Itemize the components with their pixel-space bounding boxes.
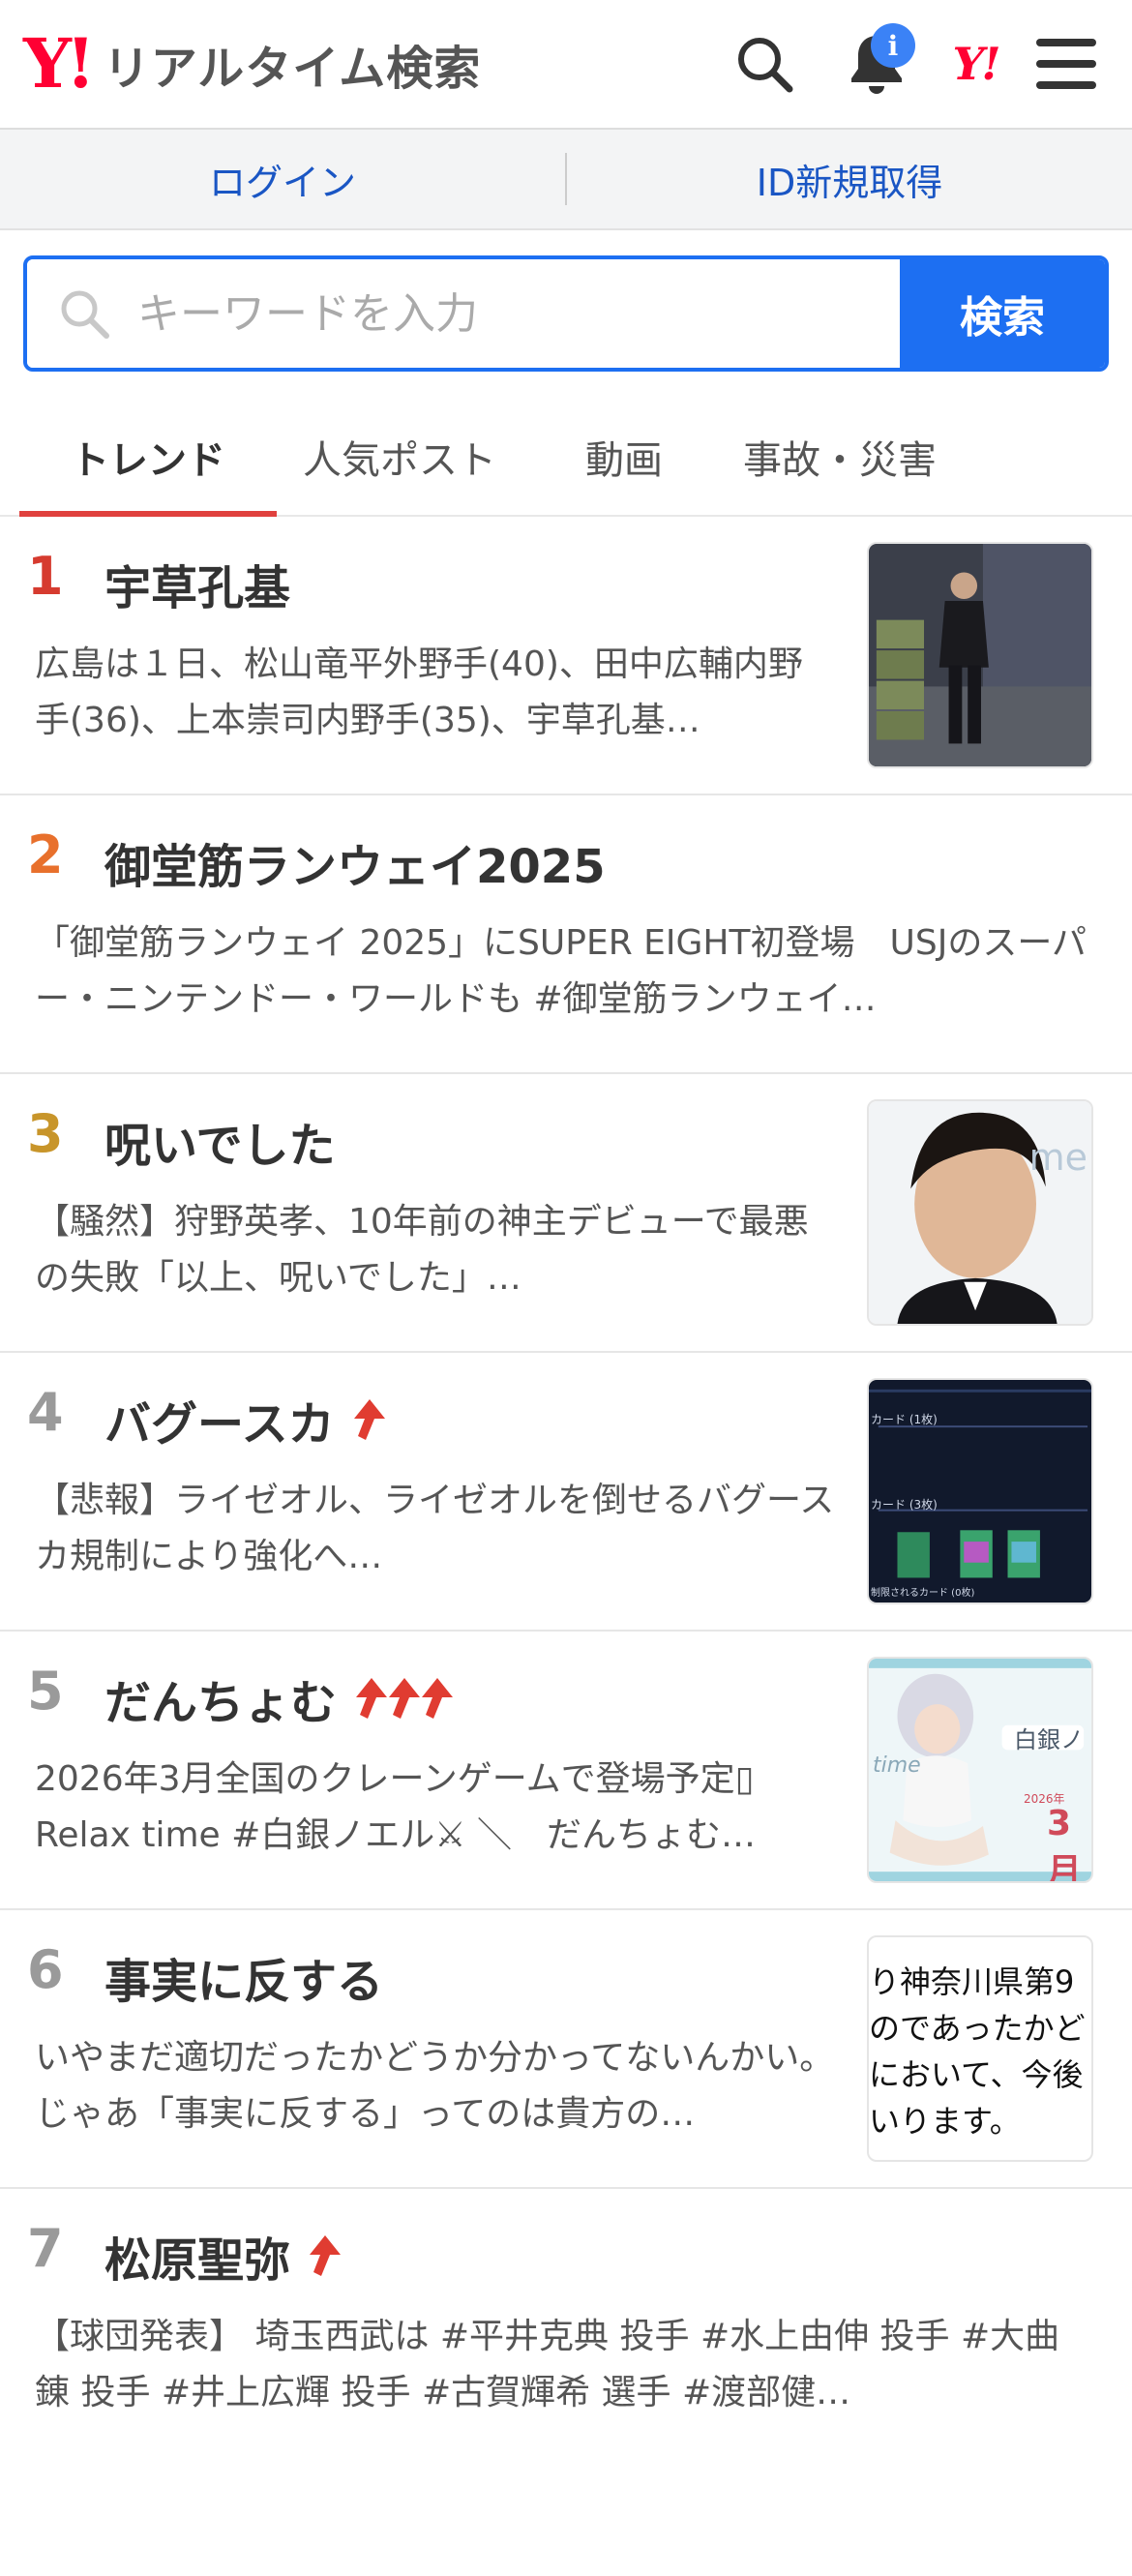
- trend-description: 2026年3月全国のクレーンゲームで登場予定▯ Relax time #白銀ノエ…: [35, 1759, 757, 1855]
- search-icon[interactable]: [730, 29, 799, 99]
- menu-icon[interactable]: [1031, 29, 1101, 99]
- trend-description: いやまだ適切だったかどうか分かってないんかい。じゃあ「事実に反する」ってのは貴方…: [35, 2038, 835, 2134]
- search-input[interactable]: [135, 287, 900, 340]
- trend-title-text: 事実に反する: [104, 1955, 384, 2009]
- trend-title[interactable]: 松原聖弥: [104, 2222, 342, 2290]
- trending-up-arrows: [348, 1397, 385, 1442]
- trend-title-text: 呪いでした: [104, 1119, 336, 1173]
- yahoo-logo-mark: Y!: [23, 23, 96, 104]
- app-header: Y! リアルタイム検索 i Y!: [0, 0, 1132, 130]
- trend-title[interactable]: 宇草孔基: [104, 550, 290, 617]
- trending-up-arrows: [350, 1676, 454, 1721]
- trend-description: 広島は１日、松山竜平外野手(40)、田中広輔内野手(36)、上本崇司内野手(35…: [35, 644, 803, 740]
- tab-popular-posts[interactable]: 人気ポスト: [277, 399, 522, 515]
- bell-icon[interactable]: i: [842, 23, 915, 99]
- thumb-label: time: [873, 1753, 921, 1778]
- tab-accidents-disasters[interactable]: 事故・災害: [726, 399, 954, 515]
- thumb-label: 白銀ノ: [1014, 1726, 1084, 1753]
- thumb-line: り神奈川県第9: [869, 1963, 1075, 2000]
- trend-rank: 2: [27, 824, 64, 885]
- trend-title-text: だんちょむ: [104, 1676, 338, 1730]
- trend-item-4[interactable]: 4 バグースカ 【悲報】ライゼオル、ライゼオルを倒せるバグースカ規制により強化へ…: [0, 1353, 1132, 1632]
- trend-title[interactable]: だんちょむ: [104, 1664, 454, 1732]
- yahoo-realtime-logo[interactable]: Y! リアルタイム検索: [23, 30, 481, 98]
- login-link[interactable]: ログイン: [0, 153, 565, 206]
- trend-title[interactable]: バグースカ: [104, 1386, 385, 1453]
- notification-badge: i: [871, 23, 915, 68]
- trend-description: 【悲報】ライゼオル、ライゼオルを倒せるバグースカ規制により強化へ…: [35, 1481, 835, 1576]
- up-arrow-icon: [310, 2235, 342, 2276]
- thumb-line: いります。: [869, 2103, 1021, 2140]
- thumb-line: において、今後: [869, 2056, 1084, 2093]
- yj-mark-text: Y!: [952, 38, 1000, 90]
- trend-title[interactable]: 御堂筋ランウェイ2025: [104, 828, 606, 896]
- trend-title-text: 御堂筋ランウェイ2025: [104, 840, 606, 894]
- trend-rank: 4: [27, 1382, 64, 1443]
- trend-title[interactable]: 呪いでした: [104, 1107, 336, 1175]
- trend-thumbnail[interactable]: り神奈川県第9 のであったかど において、今後 いります。: [867, 1935, 1093, 2162]
- trend-item-3[interactable]: 3 呪いでした 【騒然】狩野英孝、10年前の神主デビューで最悪の失敗「以上、呪い…: [0, 1074, 1132, 1353]
- trend-description: 【球団発表】 埼玉西武は #平井克典 投手 #水上由伸 投手 #大曲錬 投手 #…: [35, 2317, 1060, 2412]
- trend-item-1[interactable]: 1 宇草孔基 広島は１日、松山竜平外野手(40)、田中広輔内野手(36)、上本崇…: [0, 517, 1132, 795]
- trend-thumbnail[interactable]: 白銀ノ 2026年 3月 time: [867, 1657, 1093, 1883]
- trend-rank: 6: [27, 1939, 64, 2000]
- logo-title: リアルタイム検索: [103, 42, 482, 96]
- trend-item-5[interactable]: 5 だんちょむ 2026年3月全国のクレーンゲームで登場予定▯ Relax ti…: [0, 1632, 1132, 1910]
- up-arrow-icon: [353, 1399, 385, 1440]
- trend-description: 【騒然】狩野英孝、10年前の神主デビューで最悪の失敗「以上、呪いでした」…: [35, 1202, 809, 1298]
- thumb-label: カード (3枚): [871, 1498, 938, 1512]
- header-actions: i Y!: [730, 0, 1101, 128]
- trend-rank: 1: [27, 546, 64, 607]
- tab-videos[interactable]: 動画: [522, 399, 726, 515]
- trend-rank: 3: [27, 1103, 64, 1164]
- trend-thumbnail[interactable]: [867, 542, 1093, 768]
- trend-thumbnail[interactable]: me: [867, 1099, 1093, 1326]
- tab-trend[interactable]: トレンド: [19, 399, 277, 517]
- yahoo-japan-icon[interactable]: Y!: [940, 29, 1010, 99]
- up-arrow-icon: [422, 1678, 454, 1719]
- search-bar: 検索: [23, 255, 1109, 372]
- trend-title-text: バグースカ: [104, 1397, 335, 1452]
- search-field: [27, 259, 900, 368]
- thumb-label: 制限されるカード (0枚): [871, 1588, 975, 1599]
- trend-title-text: 松原聖弥: [104, 2233, 291, 2288]
- trending-up-arrows: [304, 2233, 342, 2278]
- category-tabs: トレンド 人気ポスト 動画 事故・災害: [0, 399, 1132, 517]
- trend-list: 1 宇草孔基 広島は１日、松山竜平外野手(40)、田中広輔内野手(36)、上本崇…: [0, 517, 1132, 2576]
- trend-thumbnail[interactable]: カード (1枚) カード (3枚) 制限されるカード (0枚): [867, 1378, 1093, 1604]
- search-field-icon: [56, 285, 112, 342]
- search-button[interactable]: 検索: [900, 259, 1105, 368]
- thumb-label: カード (1枚): [871, 1413, 938, 1426]
- trend-item-7[interactable]: 7 松原聖弥 【球団発表】 埼玉西武は #平井克典 投手 #水上由伸 投手 #大…: [0, 2189, 1132, 2576]
- trend-item-6[interactable]: 6 事実に反する いやまだ適切だったかどうか分かってないんかい。じゃあ「事実に反…: [0, 1910, 1132, 2189]
- trend-description: 「御堂筋ランウェイ 2025」にSUPER EIGHT初登場 USJのスーパー・…: [35, 923, 1087, 1019]
- thumb-line: のであったかど: [869, 2010, 1086, 2047]
- register-link[interactable]: ID新規取得: [567, 153, 1132, 206]
- auth-bar: ログイン ID新規取得: [0, 130, 1132, 230]
- trend-rank: 5: [27, 1661, 64, 1722]
- trend-rank: 7: [27, 2218, 64, 2279]
- trend-title-text: 宇草孔基: [104, 561, 291, 615]
- thumbnail-caption: me: [1028, 1136, 1087, 1179]
- trend-title[interactable]: 事実に反する: [104, 1943, 383, 2011]
- thumb-label: 3月: [1047, 1804, 1083, 1883]
- trend-item-2[interactable]: 2 御堂筋ランウェイ2025 「御堂筋ランウェイ 2025」にSUPER EIG…: [0, 795, 1132, 1074]
